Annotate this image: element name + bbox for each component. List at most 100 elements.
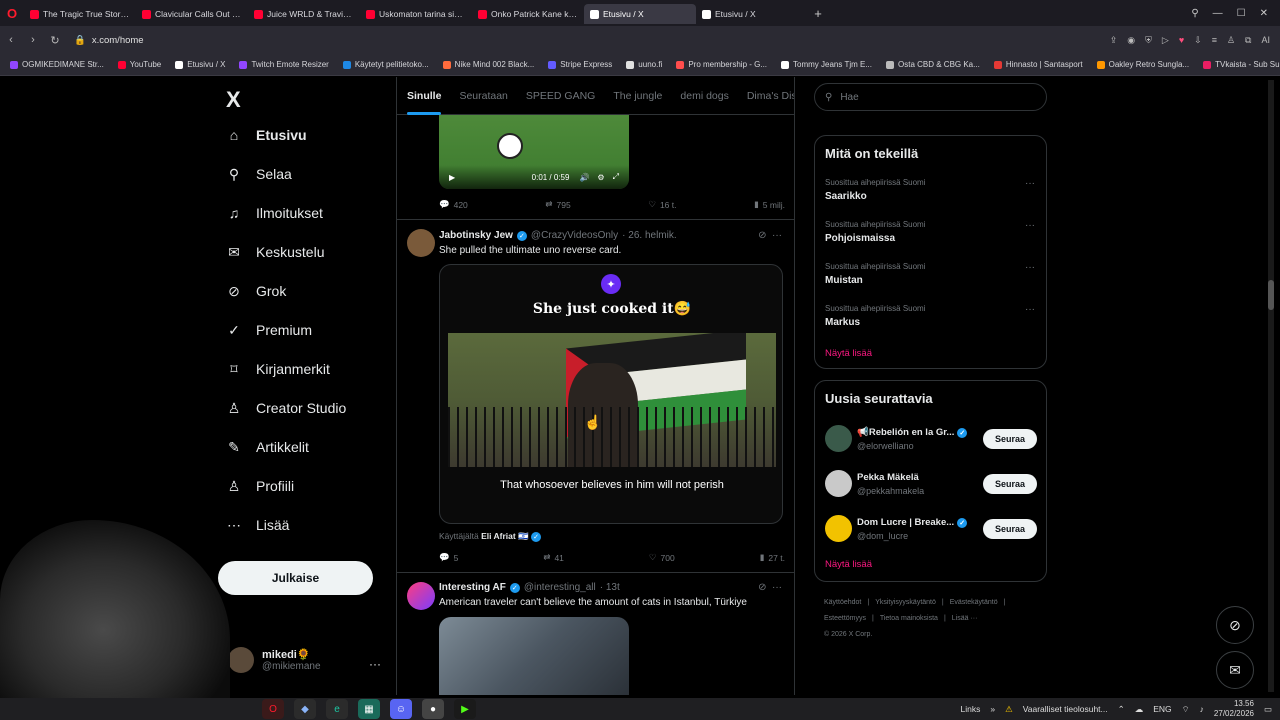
discord-app-icon[interactable]: ☺ [390, 699, 412, 719]
bookmark-item[interactable]: OGMIKEDIMANE Str... [10, 60, 104, 69]
footer-link[interactable]: Käyttöehdot [824, 599, 861, 606]
bookmark-item[interactable]: Hinnasto | Santasport [993, 60, 1083, 69]
search-input[interactable]: ⚲ Hae [814, 83, 1047, 111]
follow-button[interactable]: Seuraa [983, 429, 1037, 449]
play-icon[interactable]: ▷ [1162, 35, 1169, 46]
trend-item[interactable]: Suosittua aihepiirissä Suomi Saarikko ··· [825, 178, 1037, 202]
nav-item-selaa[interactable]: ⚲ Selaa [226, 166, 292, 183]
author-handle[interactable]: @CrazyVideosOnly [531, 230, 618, 241]
timeline-tab[interactable]: Seurataan [459, 90, 507, 102]
back-button[interactable]: ‹ [0, 34, 22, 46]
heart-icon[interactable]: ♥ [1179, 35, 1184, 46]
bookmark-item[interactable]: Käytetyt pelitietoko... [342, 60, 429, 69]
trend-more-icon[interactable]: ··· [1025, 178, 1035, 189]
timeline-tab[interactable]: The jungle [613, 90, 662, 102]
x-logo-icon[interactable]: X [226, 87, 241, 113]
trend-item[interactable]: Suosittua aihepiirissä Suomi Muistan ··· [825, 262, 1037, 286]
trends-show-more-link[interactable]: Näytä lisää [825, 348, 872, 359]
nav-item-grok[interactable]: ⊘ Grok [226, 283, 286, 300]
account-more-icon[interactable]: ··· [369, 657, 381, 671]
footer-link[interactable]: Lisää ··· [952, 615, 978, 622]
views-button[interactable]: ▮ 27 t. [760, 552, 785, 563]
avatar[interactable] [825, 470, 852, 497]
bookmark-item[interactable]: Osta CBD & CBG Ka... [886, 60, 980, 69]
extension-icon[interactable]: ⧉ [1245, 35, 1251, 46]
follow-suggestion[interactable]: Pekka Mäkelä @pekkahmakela Seuraa [825, 470, 1037, 500]
app-icon[interactable]: ● [422, 699, 444, 719]
reply-button[interactable]: 💬 420 [439, 199, 468, 210]
language-indicator[interactable]: ENG [1153, 704, 1171, 714]
chevron-right-icon[interactable]: » [990, 704, 995, 714]
avatar[interactable] [825, 425, 852, 452]
footer-link[interactable]: Yksityisyyskäytäntö [875, 599, 936, 606]
bookmark-item[interactable]: Stripe Express [548, 60, 612, 69]
edge-app-icon[interactable]: e [326, 699, 348, 719]
footer-link[interactable]: Evästekäytäntö [950, 599, 998, 606]
post-button[interactable]: Julkaise [218, 561, 373, 595]
forward-button[interactable]: › [22, 34, 44, 46]
post-media[interactable] [439, 617, 629, 695]
timeline-tab[interactable]: demi dogs [680, 90, 728, 102]
bookmark-item[interactable]: Pro membership - G... [676, 60, 767, 69]
play-icon[interactable]: ▶ [449, 173, 455, 182]
close-window-button[interactable]: ✕ [1260, 8, 1268, 19]
share-icon[interactable]: ⇪ [1110, 35, 1118, 46]
avatar[interactable] [825, 515, 852, 542]
browser-tab[interactable]: Juice WRLD & Travis Scott [248, 4, 360, 24]
follow-button[interactable]: Seuraa [983, 519, 1037, 539]
footer-link[interactable]: Tietoa mainoksista [880, 615, 938, 622]
post-more-icon[interactable]: ⊘ ··· [758, 230, 782, 241]
bookmark-item[interactable]: Tommy Jeans Tjm E... [781, 60, 872, 69]
trend-item[interactable]: Suosittua aihepiirissä Suomi Pohjoismaiss… [825, 220, 1037, 244]
notifications-icon[interactable]: ▭ [1264, 704, 1272, 715]
weather-alert[interactable]: Vaaralliset tieolosuht... [1023, 704, 1108, 714]
volume-icon[interactable]: ♪ [1200, 704, 1204, 714]
minimize-button[interactable]: — [1213, 8, 1223, 19]
nav-item-keskustelu[interactable]: ✉ Keskustelu [226, 244, 324, 261]
ai-icon[interactable]: AI [1261, 35, 1270, 46]
browser-tab[interactable]: Etusivu / X [696, 4, 808, 24]
trend-more-icon[interactable]: ··· [1025, 262, 1035, 273]
kick-app-icon[interactable]: ▶ [454, 699, 476, 719]
tab-search-icon[interactable]: ⚲ [1191, 8, 1198, 19]
browser-tab[interactable]: Etusivu / X [584, 4, 696, 24]
account-switcher[interactable]: mikedi🌻 @mikiemane [228, 647, 321, 673]
tray-expand-icon[interactable]: ⌃ [1118, 704, 1125, 715]
wifi-icon[interactable]: ⌔ [1182, 704, 1190, 715]
nav-item-premium[interactable]: ✓ Premium [226, 322, 312, 339]
bookmark-item[interactable]: uuno.fi [626, 60, 662, 69]
settings-icon[interactable]: ⚙ [597, 173, 604, 182]
url-field[interactable]: 🔒 x.com/home [74, 35, 144, 46]
new-tab-button[interactable]: + [808, 6, 828, 21]
reply-button[interactable]: 💬 5 [439, 552, 458, 563]
reload-button[interactable]: ↻ [44, 34, 66, 47]
post-avatar[interactable] [407, 582, 435, 610]
video-player[interactable]: ▶ 0:01 / 0:59 🔊 ⚙ ⤢ [439, 115, 629, 189]
post-date[interactable]: · 13t [600, 582, 620, 593]
messages-floating-button[interactable]: ✉ [1216, 651, 1254, 689]
trend-more-icon[interactable]: ··· [1025, 304, 1035, 315]
footer-link[interactable]: © 2026 X Corp. [824, 631, 872, 638]
links-toolbar[interactable]: Links [961, 704, 981, 714]
like-button[interactable]: ♡ 16 t. [648, 199, 676, 210]
browser-tab[interactable]: Uskomaton tarina sinnikk [360, 4, 472, 24]
clock[interactable]: 13.56 27/02/2026 [1214, 699, 1254, 719]
nav-item-creator-studio[interactable]: ♙ Creator Studio [226, 400, 347, 417]
bookmark-item[interactable]: Nike Mind 002 Black... [442, 60, 534, 69]
timeline-tab[interactable]: Sinulle [407, 90, 442, 115]
browser-tab[interactable]: Clavicular Calls Out Larry [136, 4, 248, 24]
trend-more-icon[interactable]: ··· [1025, 220, 1035, 231]
post-more-icon[interactable]: ⊘ ··· [758, 582, 782, 593]
who-show-more-link[interactable]: Näytä lisää [825, 559, 872, 570]
trend-item[interactable]: Suosittua aihepiirissä Suomi Markus ··· [825, 304, 1037, 328]
grok-floating-button[interactable]: ⊘ [1216, 606, 1254, 644]
timeline-tab[interactable]: Dima's Dist [747, 90, 794, 102]
browser-tab[interactable]: Onko Patrick Kane kaikkie [472, 4, 584, 24]
like-button[interactable]: ♡ 700 [649, 552, 675, 563]
repost-button[interactable]: ⇄ 41 [543, 552, 564, 563]
author-handle[interactable]: @interesting_all [524, 582, 596, 593]
nav-item-ilmoitukset[interactable]: ♫ Ilmoitukset [226, 205, 323, 221]
author-name[interactable]: Interesting AF [439, 582, 506, 593]
shield-icon[interactable]: ⛨ [1145, 35, 1152, 46]
bookmark-item[interactable]: Oakley Retro Sungla... [1096, 60, 1189, 69]
